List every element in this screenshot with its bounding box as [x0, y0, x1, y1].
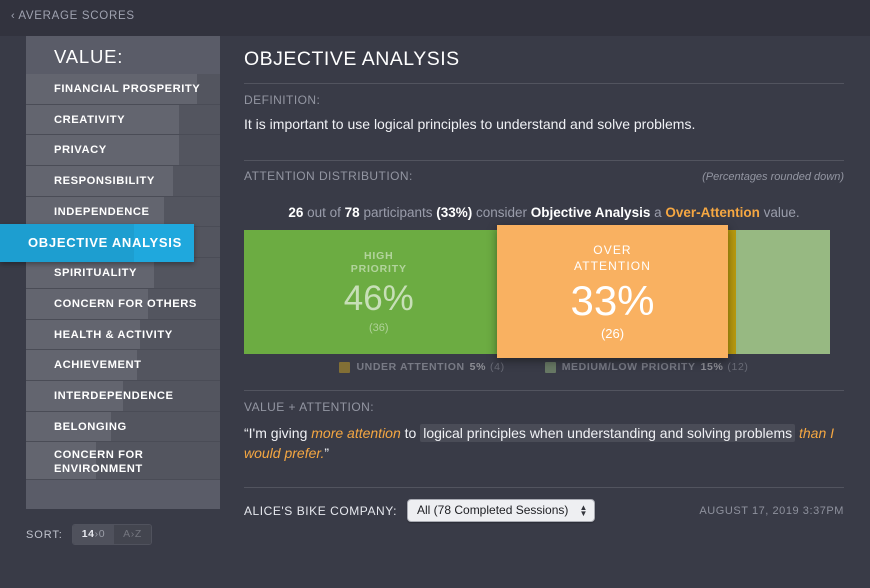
breadcrumb-label[interactable]: AVERAGE SCORES	[18, 10, 134, 22]
attention-distribution-chart: HIGH PRIORITY 46% (36) OVER ATTENTION 33% (26…	[244, 225, 830, 358]
sidebar-item-label: CREATIVITY	[54, 113, 126, 126]
sort-numeric-to: 0	[98, 528, 106, 540]
sidebar-item-responsibility[interactable]: RESPONSIBILITY	[26, 166, 220, 197]
sidebar-title: VALUE:	[54, 46, 124, 67]
session-select-value: All (78 Completed Sessions)	[417, 503, 569, 517]
session-select[interactable]: All (78 Completed Sessions) ▲ ▼	[407, 499, 596, 522]
bar-segment-count: (36)	[368, 322, 389, 334]
callout-segment-name: OVER ATTENTION	[573, 243, 651, 273]
stepper-down-icon[interactable]: ▼	[579, 509, 587, 517]
legend-pct: 5%	[469, 361, 487, 373]
sort-numeric-from: 14	[81, 528, 95, 540]
divider	[244, 160, 844, 161]
legend-swatch	[339, 361, 351, 373]
value-sidebar: VALUE: FINANCIAL PROSPERITY CREATIVITY PRI…	[0, 36, 220, 509]
summary-out-of: out of	[303, 205, 345, 220]
back-chevron-icon[interactable]: ‹	[11, 10, 15, 22]
sidebar-item-label: INTERDEPENDENCE	[54, 389, 174, 402]
sidebar-item-financial-prosperity[interactable]: FINANCIAL PROSPERITY	[26, 74, 220, 105]
timestamp: AUGUST 17, 2019 3:37PM	[699, 504, 844, 517]
quote-emphasis-1: more attention	[311, 425, 401, 441]
top-bar: ‹ AVERAGE SCORES	[0, 0, 870, 36]
chart-legend: UNDER ATTENTION 5% (4) MEDIUM/LOW PRIORITY 1…	[244, 361, 844, 373]
summary-value-name: Objective Analysis	[530, 205, 651, 220]
definition-text: It is important to use logical principle…	[244, 116, 696, 132]
definition-label: DEFINITION:	[244, 93, 321, 107]
app-window: ‹ AVERAGE SCORES VALUE: FINANCIAL PROSPER…	[0, 0, 870, 588]
bar-segment-name: HIGH PRIORITY	[350, 250, 407, 275]
sidebar-item-concern-for-others[interactable]: CONCERN FOR OTHERS	[26, 288, 220, 320]
sidebar-item-achievement[interactable]: ACHIEVEMENT	[26, 350, 220, 381]
sidebar-item-creativity[interactable]: CREATIVITY	[26, 104, 220, 136]
callout-segment-count: (26)	[600, 326, 625, 341]
sidebar-item-label: SPIRITUALITY	[54, 267, 138, 280]
sidebar-item-objective-analysis[interactable]: OBJECTIVE ANALYSIS	[0, 223, 194, 262]
quote-open: “I'm giving	[244, 425, 312, 441]
legend-pct: 15%	[700, 361, 724, 373]
sidebar-item-belonging[interactable]: BELONGING	[26, 411, 220, 443]
summary-consider: consider	[472, 205, 531, 220]
sidebar-item-label: HEALTH & ACTIVITY	[54, 328, 173, 341]
bar-segment-medium-low-priority[interactable]	[736, 230, 830, 354]
stepper-icon[interactable]: ▲ ▼	[579, 503, 587, 517]
legend-count: (12)	[727, 361, 749, 373]
attention-distribution-label: ATTENTION DISTRIBUTION:	[244, 169, 413, 183]
summary-total: 78	[344, 205, 360, 220]
sidebar-item-spirituality[interactable]: SPIRITUALITY	[26, 258, 220, 289]
summary-attention-type: Over-Attention	[665, 205, 760, 220]
callout-segment-pct: 33%	[570, 277, 655, 324]
sidebar-item-label: OBJECTIVE ANALYSIS	[28, 234, 182, 250]
sidebar-item-health-activity[interactable]: HEALTH & ACTIVITY	[26, 319, 220, 351]
sidebar-item-interdependence[interactable]: INTERDEPENDENCE	[26, 380, 220, 412]
summary-tail: value.	[759, 205, 800, 220]
sidebar-item-privacy[interactable]: PRIVACY	[26, 135, 220, 167]
summary-count: 26	[288, 205, 304, 220]
value-list: FINANCIAL PROSPERITY CREATIVITY PRIVACY RES…	[0, 74, 220, 481]
legend-label: UNDER ATTENTION	[356, 361, 465, 373]
legend-item[interactable]: UNDER ATTENTION 5% (4)	[339, 361, 504, 373]
over-attention-callout-card[interactable]: OVER ATTENTION 33% (26)	[497, 225, 728, 358]
legend-label: MEDIUM/LOW PRIORITY	[561, 361, 696, 373]
sidebar-item-label: PRIVACY	[54, 144, 107, 157]
quote-highlight: logical principles when understanding an…	[420, 424, 796, 442]
summary-participants-word: participants	[359, 205, 437, 220]
page-title: OBJECTIVE ANALYSIS	[244, 48, 460, 70]
divider	[244, 83, 844, 84]
summary-pct: (33%)	[436, 205, 473, 220]
legend-count: (4)	[490, 361, 505, 373]
bar-segment-high-priority[interactable]: HIGH PRIORITY 46% (36)	[244, 230, 514, 354]
footer-left: ALICE'S BIKE COMPANY: All (78 Completed …	[244, 499, 596, 522]
company-label: ALICE'S BIKE COMPANY:	[244, 503, 397, 518]
footer: ALICE'S BIKE COMPANY: All (78 Completed …	[244, 499, 844, 522]
summary-article: a	[650, 205, 666, 220]
sort-alpha-to: Z	[134, 528, 142, 540]
sidebar-item-label: CONCERN FOR OTHERS	[54, 297, 197, 310]
sidebar-item-label: FINANCIAL PROSPERITY	[54, 83, 201, 95]
quote-close: ”	[324, 445, 330, 461]
sidebar-item-label: RESPONSIBILITY	[54, 175, 155, 188]
main-panel: OBJECTIVE ANALYSIS DEFINITION: It is imp…	[244, 36, 844, 522]
sort-alpha-from: A	[123, 528, 131, 540]
summary-sentence: 26 out of 78 participants (33%) consider…	[244, 205, 844, 220]
attention-rounding-note: (Percentages rounded down)	[702, 171, 844, 183]
sidebar-item-label: ACHIEVEMENT	[54, 359, 142, 372]
sidebar-item-label: CONCERN FOR ENVIRONMENT	[54, 449, 144, 476]
sort-numeric-button[interactable]: 14›0	[72, 525, 115, 544]
sort-controls: SORT: 14›0 A›Z	[26, 524, 152, 545]
legend-item[interactable]: MEDIUM/LOW PRIORITY 15% (12)	[544, 361, 749, 373]
value-attention-label: VALUE + ATTENTION:	[244, 400, 375, 414]
quote-mid: to	[400, 425, 421, 441]
bar-segment-pct: 46%	[343, 279, 414, 318]
sidebar-item-label: BELONGING	[54, 420, 127, 433]
sort-alpha-button[interactable]: A›Z	[114, 525, 151, 544]
divider	[244, 487, 844, 488]
legend-swatch	[544, 361, 556, 373]
sort-toggle-group[interactable]: 14›0 A›Z	[71, 524, 152, 545]
value-attention-quote: “I'm giving more attention to logical pr…	[244, 423, 844, 463]
sort-label: SORT:	[26, 528, 63, 541]
divider	[244, 390, 844, 391]
attention-header: ATTENTION DISTRIBUTION: (Percentages rou…	[244, 169, 844, 183]
sidebar-item-concern-for-environment[interactable]: CONCERN FOR ENVIRONMENT	[26, 442, 220, 481]
breadcrumb[interactable]: ‹ AVERAGE SCORES	[11, 10, 135, 22]
